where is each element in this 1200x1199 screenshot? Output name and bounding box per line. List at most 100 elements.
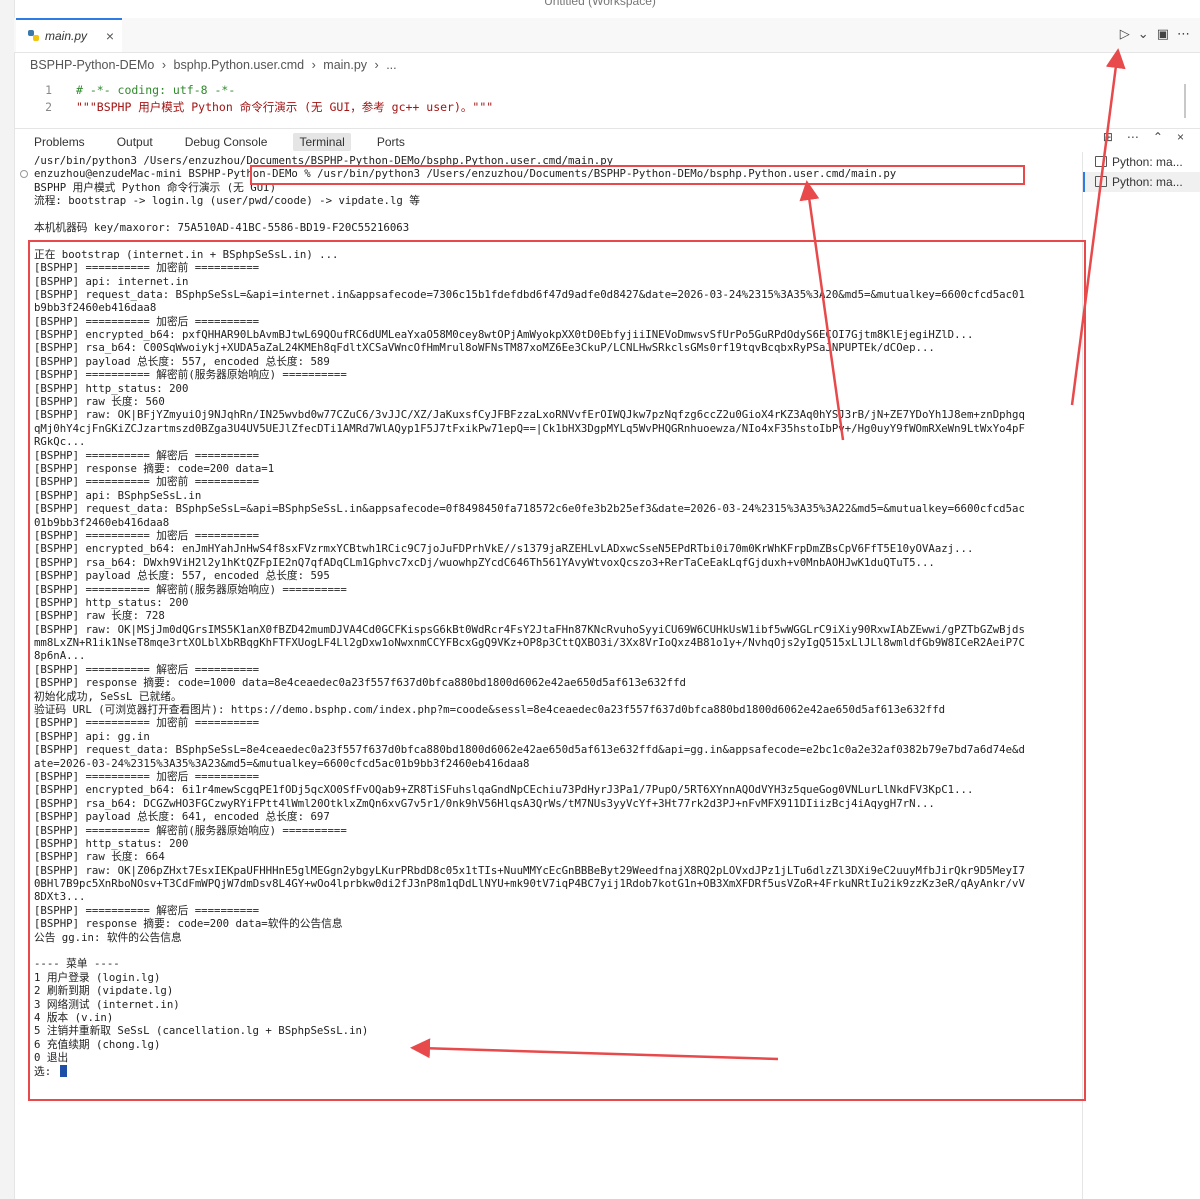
breadcrumb-symbol[interactable]: ... (386, 58, 396, 72)
terminal-line: ate=2026-03-24%2315%3A35%3A23&md5=&mutua… (34, 756, 530, 770)
python-file-icon (28, 30, 40, 42)
terminal-line: 2 刷新到期 (vipdate.lg) (34, 984, 174, 998)
code-editor[interactable]: 1 # -*- coding: utf-8 -*- 2 """BSPHP 用户模式 … (14, 82, 1180, 116)
command-status-icon (20, 170, 28, 178)
terminal-line: 流程: bootstrap -> login.lg (user/pwd/cood… (34, 194, 420, 208)
terminal-line: [BSPHP] encrypted_b64: pxfQHHAR90LbAvmBJ… (34, 328, 974, 342)
terminal-line: [BSPHP] payload 总长度: 557, encoded 总长度: 5… (34, 354, 330, 368)
breadcrumb-file[interactable]: main.py (323, 58, 367, 72)
terminal-icon (1095, 156, 1107, 167)
terminal-line: 公告 gg.in: 软件的公告信息 (34, 930, 182, 944)
terminal-line: 8p6nA... (34, 649, 86, 663)
terminal-line: [BSPHP] response 摘要: code=1000 data=8e4c… (34, 676, 686, 690)
line-number: 2 (45, 100, 52, 114)
terminal-line: 初始化成功, SeSsL 已就绪。 (34, 689, 182, 703)
terminal-line: [BSPHP] payload 总长度: 641, encoded 总长度: 6… (34, 810, 330, 824)
tab-terminal[interactable]: Terminal (293, 133, 351, 151)
close-icon[interactable]: × (106, 28, 114, 44)
close-panel-icon[interactable]: × (1177, 130, 1184, 144)
tab-main-py[interactable]: main.py × (16, 18, 122, 52)
terminal-line: [BSPHP] api: BSphpSeSsL.in (34, 488, 202, 502)
chevron-down-icon[interactable]: ⌄ (1138, 26, 1149, 42)
terminal-line: [BSPHP] response 摘要: code=200 data=1 (34, 461, 275, 475)
terminal-line: [BSPHP] raw 长度: 560 (34, 395, 165, 409)
terminal-line: [BSPHP] raw: OK|MSjJm0dQGrsIMS5K1anX0fBZ… (34, 622, 1025, 636)
more-actions-icon[interactable]: ⋯ (1127, 130, 1139, 144)
terminal-line: [BSPHP] ========== 解密前(服务器原始响应) ========… (34, 823, 347, 837)
terminal-line: 8DXt3... (34, 890, 86, 904)
terminal-output[interactable]: /usr/bin/python3 /Users/enzuzhou/Documen… (34, 154, 1080, 1078)
tab-output[interactable]: Output (111, 133, 159, 151)
terminal-line: [BSPHP] ========== 加密前 ========== (34, 261, 260, 275)
tab-ports[interactable]: Ports (371, 133, 411, 151)
tab-problems[interactable]: Problems (28, 133, 91, 151)
breadcrumb-separator: › (161, 58, 167, 72)
split-editor-icon[interactable]: ▣ (1157, 26, 1169, 42)
terminal-line: [BSPHP] payload 总长度: 557, encoded 总长度: 5… (34, 569, 330, 583)
terminal-icon (1095, 176, 1107, 187)
terminal-line: /usr/bin/python3 /Users/enzuzhou/Documen… (34, 154, 614, 167)
terminal-line: [BSPHP] raw: OK|Z06pZHxt7EsxIEKpaUFHHHnE… (34, 863, 1025, 877)
code-text: """BSPHP 用户模式 Python 命令行演示 (无 GUI，参考 gc+… (76, 100, 494, 114)
terminal-list-item[interactable]: Python: ma... (1083, 172, 1200, 192)
terminal-line: [BSPHP] http_status: 200 (34, 836, 189, 850)
terminal-line: [BSPHP] ========== 加密后 ========== (34, 314, 260, 328)
terminal-line: 选: (34, 1064, 1080, 1078)
terminal-line: 0BHl7B9pc5XnRboNOsv+T3CdFmWPQjW7dmDsv8L4… (34, 877, 1025, 891)
breadcrumb: BSPHP-Python-DEMo › bsphp.Python.user.cm… (30, 58, 401, 72)
breadcrumb-separator: › (311, 58, 316, 72)
scrollbar[interactable] (1184, 84, 1186, 118)
terminal-line: [BSPHP] ========== 加密前 ========== (34, 475, 260, 489)
terminal-line: [BSPHP] ========== 解密后 ========== (34, 903, 260, 917)
tab-label: main.py (45, 29, 88, 43)
terminal-line: [BSPHP] response 摘要: code=200 data=软件的公告… (34, 917, 343, 931)
terminal-line: [BSPHP] ========== 解密前(服务器原始响应) ========… (34, 368, 347, 382)
terminal-line: 正在 bootstrap (internet.in + BSphpSeSsL.i… (34, 247, 339, 261)
activity-bar-edge (0, 0, 15, 1199)
terminal-line: 1 用户登录 (login.lg) (34, 970, 161, 984)
terminal-name: Python: ma... (1112, 175, 1183, 189)
terminal-name: Python: ma... (1112, 155, 1183, 169)
terminal-line: [BSPHP] raw 长度: 664 (34, 850, 165, 864)
terminal-line: [BSPHP] rsa_b64: DWxh9ViH2l2y1hKtQZFpIE2… (34, 555, 935, 569)
terminal-line: RGkQc... (34, 435, 86, 449)
breadcrumb-subfolder[interactable]: bsphp.Python.user.cmd (174, 58, 305, 72)
terminal-line: 01b9bb3f2460eb416daa8 (34, 515, 170, 529)
terminal-line: 本机机器码 key/maxoror: 75A510AD-41BC-5586-BD… (34, 220, 410, 234)
terminal-line: [BSPHP] encrypted_b64: enJmHYahJnHwS4f8s… (34, 542, 974, 556)
terminal-line: [BSPHP] request_data: BSphpSeSsL=&api=in… (34, 287, 1025, 301)
terminal-line: 验证码 URL (可浏览器打开查看图片): https://demo.bsphp… (34, 703, 946, 717)
terminal-list-item[interactable]: Python: ma... (1083, 152, 1200, 172)
code-line: 2 """BSPHP 用户模式 Python 命令行演示 (无 GUI，参考 gc… (14, 99, 1180, 116)
terminal-line: [BSPHP] ========== 解密后 ========== (34, 448, 260, 462)
terminal-line: 6 充值续期 (chong.lg) (34, 1037, 161, 1051)
terminal-line: [BSPHP] rsa_b64: C00SqWwoiykj+XUDA5aZaL2… (34, 341, 935, 355)
terminal-line: [BSPHP] rsa_b64: DCGZwHO3FGCzwyRYiFPtt4l… (34, 796, 935, 810)
terminal-line: b9bb3f2460eb416daa8 (34, 301, 157, 315)
split-terminal-icon[interactable]: ⊞ (1103, 130, 1113, 144)
terminal-line: [BSPHP] raw 长度: 728 (34, 609, 165, 623)
terminal-line: 3 网络测试 (internet.in) (34, 997, 180, 1011)
breadcrumb-folder[interactable]: BSPHP-Python-DEMo (30, 58, 154, 72)
terminal-list: Python: ma... Python: ma... (1082, 152, 1200, 1199)
maximize-panel-icon[interactable]: ⌃ (1153, 130, 1163, 144)
terminal-line: [BSPHP] api: gg.in (34, 729, 150, 743)
code-text: # -*- coding: utf-8 -*- (76, 83, 236, 97)
tab-debug-console[interactable]: Debug Console (179, 133, 274, 151)
terminal-line: 0 退出 (34, 1051, 69, 1065)
terminal-line: [BSPHP] http_status: 200 (34, 595, 189, 609)
terminal-line: 5 注销并重新取 SeSsL (cancellation.lg + BSphpS… (34, 1024, 369, 1038)
terminal-line: [BSPHP] ========== 加密后 ========== (34, 528, 260, 542)
line-number: 1 (45, 83, 52, 97)
panel-actions: ⊞ ⋯ ⌃ × (1103, 130, 1184, 144)
terminal-line: [BSPHP] http_status: 200 (34, 381, 189, 395)
terminal-line: 4 版本 (v.in) (34, 1011, 114, 1024)
more-actions-icon[interactable]: ⋯ (1177, 26, 1190, 42)
terminal-line: [BSPHP] request_data: BSphpSeSsL=8e4ceae… (34, 743, 1025, 757)
run-icon[interactable]: ▷ (1120, 26, 1130, 42)
code-line: 1 # -*- coding: utf-8 -*- (14, 82, 1180, 99)
terminal-line: [BSPHP] raw: OK|BFjYZmyuiOj9NJqhRn/IN25w… (34, 408, 1025, 422)
terminal-line: mm8LxZN+R1ik1NseT8mqe3rtXOLblXbRBqgKhFTF… (34, 636, 1025, 650)
